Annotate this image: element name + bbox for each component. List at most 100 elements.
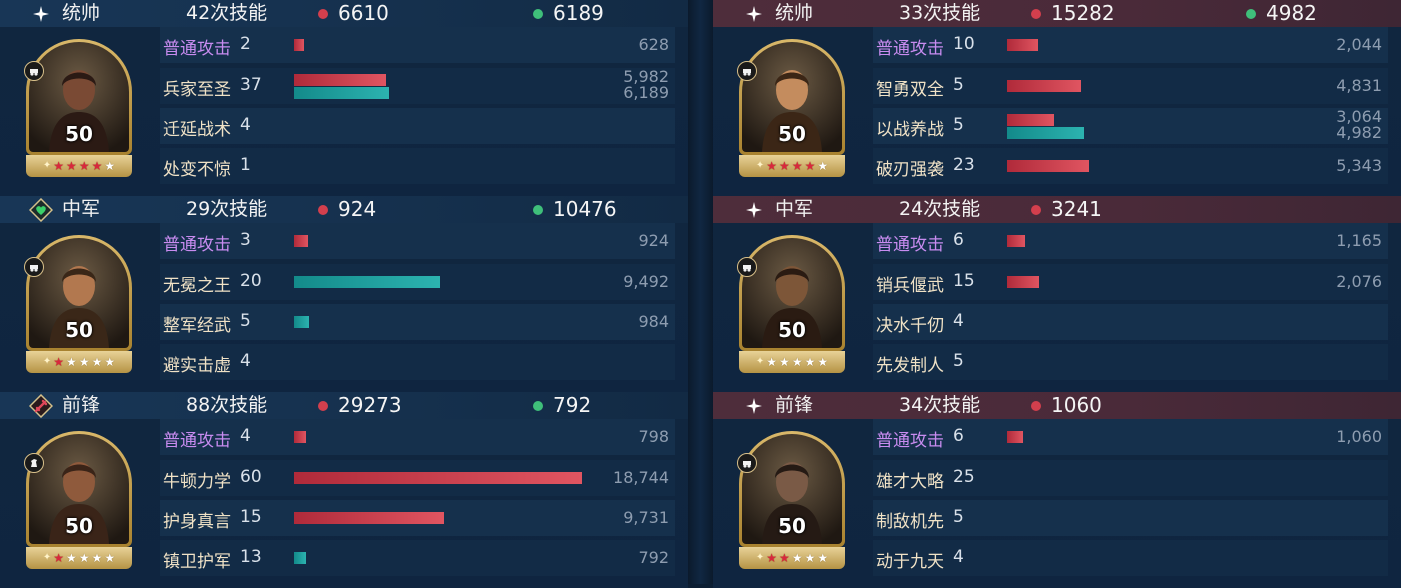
chariot-icon [737,453,757,473]
skill-row[interactable]: 先发制人 5 [873,344,1388,380]
star-icon: ★ [104,355,116,369]
horse-icon [24,453,44,473]
skill-row[interactable]: 制敌机先 5 [873,500,1388,536]
chariot-icon [737,61,757,81]
skill-row[interactable]: 决水千仞 4 [873,304,1388,340]
damage-value: 2,076 [1336,272,1382,291]
right-unit-2: 中军 24次技能 3241 50 ✦ ★ ★ ★ ★ ★ 普通攻击 6 1,165 销兵偃武 15 2,076… [713,196,1401,392]
damage-bar [1007,160,1089,172]
hero-portrait[interactable]: 50 [737,431,845,547]
skill-count: 4 [953,547,964,567]
star-icon: ★ [817,159,829,173]
skill-row[interactable]: 普通攻击 2 628 [160,27,675,63]
skill-row[interactable]: 兵家至圣 37 5,982 6,189 [160,68,675,104]
damage-dot-icon [318,401,328,411]
damage-bar [294,39,304,51]
damage-dot-icon [1031,9,1041,19]
damage-bar [294,431,306,443]
damage-value: 1,060 [1336,427,1382,446]
left-unit-2: 中军 29次技能 924 10476 50 ✦ ★ ★ ★ ★ ★ 普通攻击 3 924 无冕之王 20 9,4… [0,196,688,392]
skill-count: 5 [953,75,964,95]
skill-row[interactable]: 镇卫护军 13 792 [160,540,675,576]
unit-body: 50 ✦ ★ ★ ★ ★ ★ 普通攻击 4 798 牛顿力学 60 18,744 护身真言 15 9,731 镇… [0,419,688,588]
skill-count: 4 [240,351,251,371]
skill-name: 以战养战 [876,120,944,140]
skill-count: 6 [953,426,964,446]
skill-row[interactable]: 智勇双全 5 4,831 [873,68,1388,104]
hero-portrait[interactable]: 50 [24,431,132,547]
skill-row[interactable]: 迁延战术 4 [160,108,675,144]
star-icon: ★ [78,355,90,369]
hero-portrait[interactable]: 50 [24,39,132,155]
star-rating: ✦ ★ ★ ★ ★ ★ [739,547,845,569]
sparkle-icon [28,0,54,27]
total-damage: 1060 [1051,393,1102,417]
skill-row[interactable]: 雄才大略 25 [873,460,1388,496]
damage-bar [1007,114,1054,126]
skill-name: 制敌机先 [876,512,944,532]
heal-bar [294,276,440,288]
skill-name: 智勇双全 [876,80,944,100]
skill-cast-count: 34次技能 [899,394,981,416]
sparkle-icon [741,392,767,419]
star-icon: ★ [804,355,816,369]
skill-row[interactable]: 牛顿力学 60 18,744 [160,460,675,496]
skill-row[interactable]: 普通攻击 10 2,044 [873,27,1388,63]
skill-name: 牛顿力学 [163,472,231,492]
star-icon: ★ [791,159,803,173]
skill-row[interactable]: 处变不惊 1 [160,148,675,184]
sparkle-icon [741,0,767,27]
chariot-icon [24,61,44,81]
skill-name: 破刃强袭 [876,160,944,180]
skill-name: 镇卫护军 [163,552,231,572]
skill-cast-count: 88次技能 [186,394,268,416]
hero-portrait[interactable]: 50 [24,235,132,351]
skill-count: 6 [953,230,964,250]
skill-row[interactable]: 普通攻击 6 1,165 [873,223,1388,259]
skill-cast-count: 42次技能 [186,2,268,24]
skill-name: 迁延战术 [163,120,231,140]
role-label: 前锋 [775,394,814,416]
unit-header: 中军 24次技能 3241 [713,196,1401,223]
hero-face: 50 [742,238,842,348]
damage-value: 924 [638,231,669,250]
star-icon: ★ [91,159,103,173]
skill-row[interactable]: 避实击虚 4 [160,344,675,380]
skill-row[interactable]: 以战养战 5 3,064 4,982 [873,108,1388,144]
skill-count: 4 [953,311,964,331]
total-heal: 4982 [1266,1,1317,25]
hero-face: 50 [742,434,842,544]
skill-name: 普通攻击 [163,431,231,451]
skill-row[interactable]: 破刃强袭 23 5,343 [873,148,1388,184]
unit-header: 统帅 42次技能 6610 6189 [0,0,688,27]
sparkle-icon: ✦ [755,552,765,563]
hero-level: 50 [65,514,93,538]
skill-count: 37 [240,75,262,95]
skill-row[interactable]: 整军经武 5 984 [160,304,675,340]
damage-value: 1,165 [1336,231,1382,250]
skill-name: 避实击虚 [163,356,231,376]
right-team-panel: 统帅 33次技能 15282 4982 50 ✦ ★ ★ ★ ★ ★ 普通攻击 10 2,044 智勇双全 5… [713,0,1401,588]
sparkle-icon: ✦ [755,356,765,367]
damage-dot-icon [1031,401,1041,411]
skill-row[interactable]: 销兵偃武 15 2,076 [873,264,1388,300]
chariot-icon [737,257,757,277]
skill-row[interactable]: 普通攻击 4 798 [160,419,675,455]
heal-bar [294,552,306,564]
skill-row[interactable]: 普通攻击 6 1,060 [873,419,1388,455]
star-icon: ★ [791,551,803,565]
skill-count: 15 [953,271,975,291]
heart-shield-icon [28,196,54,223]
skill-row[interactable]: 无冕之王 20 9,492 [160,264,675,300]
star-rating: ✦ ★ ★ ★ ★ ★ [26,155,132,177]
skill-row[interactable]: 动于九天 4 [873,540,1388,576]
sword-icon [28,392,54,419]
heal-dot-icon [533,401,543,411]
skill-row[interactable]: 护身真言 15 9,731 [160,500,675,536]
skill-row[interactable]: 普通攻击 3 924 [160,223,675,259]
hero-portrait[interactable]: 50 [737,235,845,351]
hero-portrait[interactable]: 50 [737,39,845,155]
skill-name: 普通攻击 [876,431,944,451]
star-icon: ★ [779,551,790,565]
damage-bar [1007,39,1038,51]
